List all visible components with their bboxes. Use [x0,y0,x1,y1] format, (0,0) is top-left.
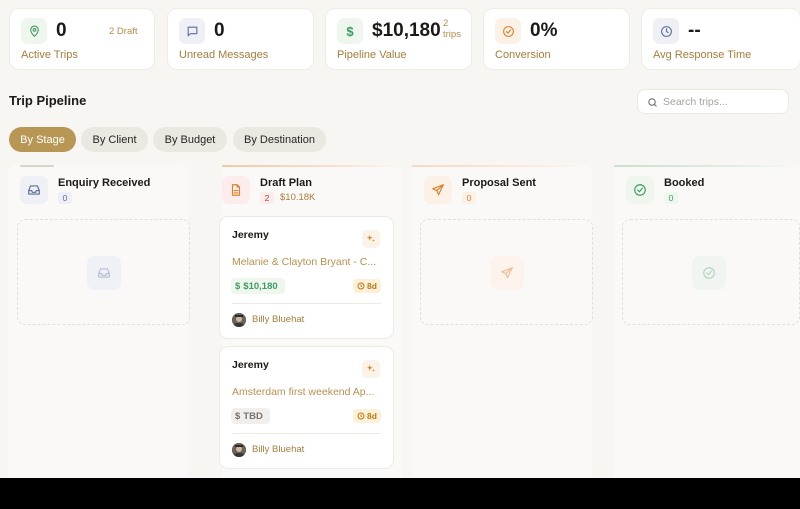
budget-badge: $ TBD [231,408,270,424]
stat-label: Active Trips [21,49,78,61]
age-badge: 8d [353,279,381,293]
draft-count-badge: 2 Draft [109,26,138,37]
tab-by-destination[interactable]: By Destination [233,127,326,152]
trips-count-number: 2 [443,18,449,29]
column-count: 0 [58,192,72,204]
budget-badge: $ $10,180 [231,278,285,294]
divider [232,433,381,434]
age-value: 8d [367,281,377,291]
stat-value: 0 [214,20,225,41]
age-value: 8d [367,411,377,421]
trip-card[interactable]: Jeremy Amsterdam first weekend Ap... $ T… [219,346,394,469]
empty-dropzone[interactable] [17,219,190,325]
stat-label: Unread Messages [179,49,269,61]
column-accent-line [412,165,592,167]
empty-dropzone[interactable] [622,219,800,325]
column-enquiry-received: Enquiry Received 0 [8,165,190,478]
message-square-icon [179,18,205,44]
dollar-icon: $ [235,280,241,292]
stats-row: 0 2 Draft Active Trips 0 Unread Messages… [9,8,800,70]
file-text-icon [222,176,250,204]
divider [232,303,381,304]
search-icon [648,98,657,107]
column-count: 2 [260,192,274,204]
avatar [232,443,246,457]
app-window: 0 2 Draft Active Trips 0 Unread Messages… [0,0,800,478]
dollar-icon: $ [337,18,363,44]
stat-value: 0 [56,20,67,41]
column-title: Booked [664,177,705,189]
column-accent-line [20,165,54,167]
clock-icon [653,18,679,44]
column-count: 0 [462,192,476,204]
search-input[interactable] [663,93,783,111]
dollar-icon: $ [235,410,241,422]
stat-avg-response-time: -- Avg Response Time [641,8,800,70]
column-title: Proposal Sent [462,177,536,189]
column-proposal-sent: Proposal Sent 0 [412,165,593,478]
budget-value: TBD [243,410,263,422]
check-circle-icon [692,256,726,290]
stat-label: Avg Response Time [653,49,752,61]
sparkle-icon[interactable] [362,360,380,378]
column-title: Draft Plan [260,177,312,189]
column-total: $10.18K [280,192,316,203]
tab-by-client[interactable]: By Client [81,127,148,152]
client-name: Jeremy [232,229,269,241]
agent-name: Billy Bluehat [252,314,305,325]
target-icon [495,18,521,44]
stat-conversion: 0% Conversion [483,8,630,70]
tab-by-budget[interactable]: By Budget [153,127,227,152]
search-box[interactable] [637,89,789,114]
age-badge: 8d [353,409,381,423]
stat-unread-messages: 0 Unread Messages [167,8,314,70]
stat-value: 0% [530,20,558,41]
stat-label: Pipeline Value [337,49,407,61]
clock-icon [357,282,365,290]
agent-name: Billy Bluehat [252,444,305,455]
inbox-icon [20,176,48,204]
empty-dropzone[interactable] [420,219,593,325]
trip-title[interactable]: Melanie & Clayton Bryant - C... [232,256,384,268]
trips-count: 2 trips [443,18,461,40]
trip-title[interactable]: Amsterdam first weekend Ap... [232,386,384,398]
column-count: 0 [664,192,678,204]
column-draft-plan: Draft Plan 2 $10.18K Jeremy Melanie & Cl… [219,165,402,478]
stat-pipeline-value: $ $10,180 2 trips Pipeline Value [325,8,472,70]
stat-value: $10,180 [372,20,441,41]
column-booked: Booked 0 [614,165,800,478]
avatar [232,313,246,327]
column-accent-line [222,165,402,167]
page-title: Trip Pipeline [9,93,87,108]
check-circle-icon [626,176,654,204]
trip-card[interactable]: Jeremy Melanie & Clayton Bryant - C... $… [219,216,394,339]
client-name: Jeremy [232,359,269,371]
send-icon [424,176,452,204]
map-pin-icon [21,18,47,44]
stat-value: -- [688,20,701,41]
stat-active-trips: 0 2 Draft Active Trips [9,8,155,70]
tab-by-stage[interactable]: By Stage [9,127,76,152]
send-icon [490,256,524,290]
clock-icon [357,412,365,420]
trips-count-unit: trips [443,29,461,40]
sparkle-icon[interactable] [362,230,380,248]
column-title: Enquiry Received [58,177,151,189]
column-accent-line [614,165,800,167]
inbox-icon [87,256,121,290]
budget-value: $10,180 [243,280,278,292]
stat-label: Conversion [495,49,551,61]
